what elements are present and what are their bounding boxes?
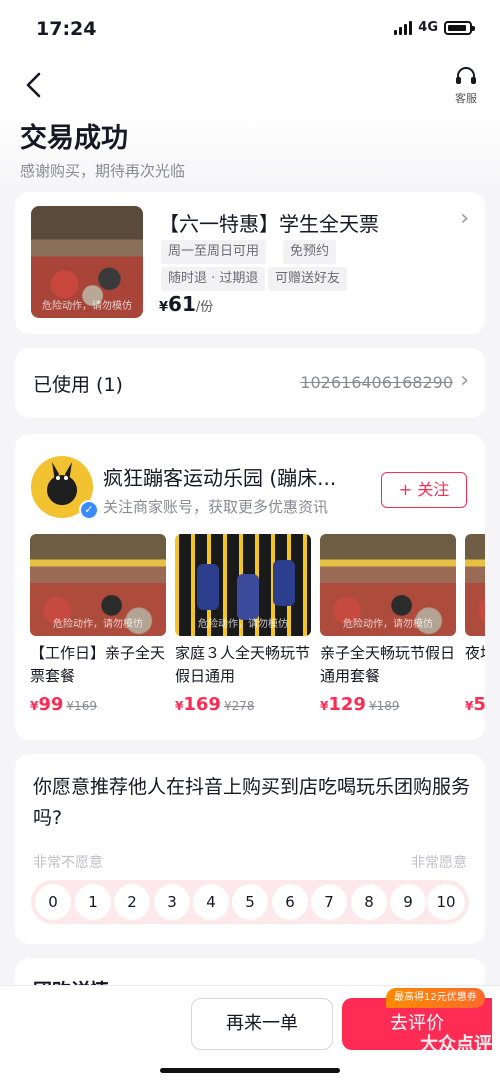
price-value: 169 bbox=[183, 694, 221, 715]
deal-item[interactable]: 危险动作，请勿模仿 家庭３人全天畅玩节假日通用 ¥169 ¥278 bbox=[175, 534, 311, 715]
verified-badge-icon: ✓ bbox=[79, 500, 99, 520]
customer-service-label: 客服 bbox=[455, 92, 477, 105]
original-price: ¥169 bbox=[66, 699, 97, 713]
nps-option-5[interactable]: 5 bbox=[232, 884, 268, 920]
nps-option-2[interactable]: 2 bbox=[114, 884, 150, 920]
deal-title: 亲子全天畅玩节假日通用套餐 bbox=[320, 644, 456, 685]
product-card[interactable]: 危险动作，请勿模仿 【六一特惠】学生全天票 › 周一至周日可用 免预约 随时退 … bbox=[15, 192, 485, 334]
image-watermark: 危险动作，请勿模仿 bbox=[343, 619, 433, 630]
deal-item[interactable]: 夜场玩乐 ¥5 bbox=[465, 534, 485, 715]
deal-item[interactable]: 危险动作，请勿模仿 亲子全天畅玩节假日通用套餐 ¥129 ¥189 bbox=[320, 534, 456, 715]
product-title: 【六一特惠】学生全天票 bbox=[159, 212, 379, 236]
scale-low-label: 非常不愿意 bbox=[33, 855, 103, 871]
product-price: ¥61/份 bbox=[159, 292, 213, 316]
merchant-name[interactable]: 疯狂蹦客运动乐园 (蹦床... bbox=[103, 462, 336, 491]
page-subtitle: 感谢购买，期待再次光临 bbox=[20, 162, 186, 180]
nps-option-0[interactable]: 0 bbox=[35, 884, 71, 920]
usage-label: 已使用 (1) bbox=[33, 374, 123, 396]
reorder-button[interactable]: 再来一单 bbox=[191, 998, 333, 1050]
deal-price: ¥5 bbox=[465, 694, 485, 715]
image-watermark: 危险动作，请勿模仿 bbox=[53, 619, 143, 630]
price-unit: /份 bbox=[195, 300, 214, 315]
chevron-right-icon: › bbox=[460, 368, 469, 393]
nps-scale: 0 1 2 3 4 5 6 7 8 9 10 bbox=[31, 880, 469, 924]
top-bar: 客服 bbox=[0, 60, 500, 110]
deal-image: 危险动作，请勿模仿 bbox=[30, 534, 166, 636]
merchant-subtitle: 关注商家账号，获取更多优惠资讯 bbox=[103, 498, 329, 516]
rabbit-logo-icon bbox=[52, 462, 72, 482]
deal-list: 危险动作，请勿模仿 【工作日】亲子全天票套餐 ¥99 ¥169 危险动作，请勿模仿… bbox=[30, 534, 485, 724]
customer-service-button[interactable]: 客服 bbox=[454, 66, 478, 106]
order-status-header: 交易成功 感谢购买，期待再次光临 bbox=[0, 110, 500, 190]
image-watermark: 危险动作，请勿模仿 bbox=[198, 619, 288, 630]
usage-status-row[interactable]: 已使用 (1) 102616406168290 › bbox=[15, 348, 485, 418]
nps-option-7[interactable]: 7 bbox=[311, 884, 347, 920]
status-indicators: 4G bbox=[394, 20, 475, 35]
status-time: 17:24 bbox=[36, 18, 97, 40]
deal-title: 【工作日】亲子全天票套餐 bbox=[30, 644, 166, 685]
scale-high-label: 非常愿意 bbox=[411, 855, 467, 871]
price-value: 99 bbox=[38, 694, 64, 715]
merchant-card: ✓ 疯狂蹦客运动乐园 (蹦床... 关注商家账号，获取更多优惠资讯 + 关注 危… bbox=[15, 434, 485, 740]
battery-icon bbox=[444, 20, 475, 35]
product-tag: 免预约 bbox=[283, 240, 337, 264]
original-price: ¥278 bbox=[223, 699, 255, 713]
product-tag: 随时退 · 过期退 bbox=[161, 267, 266, 291]
image-watermark: 危险动作，请勿模仿 bbox=[42, 301, 132, 312]
chevron-right-icon: › bbox=[460, 206, 469, 231]
product-tag: 可赠送好友 bbox=[268, 267, 348, 291]
follow-button[interactable]: + 关注 bbox=[381, 472, 467, 508]
nps-option-10[interactable]: 10 bbox=[427, 884, 465, 920]
deal-price: ¥169 ¥278 bbox=[175, 694, 311, 715]
status-bar: 17:24 4G bbox=[0, 0, 500, 60]
price-value: 61 bbox=[168, 292, 196, 316]
nps-option-9[interactable]: 9 bbox=[390, 884, 426, 920]
deal-image bbox=[465, 534, 485, 636]
voucher-code: 102616406168290 bbox=[300, 373, 453, 392]
currency-symbol: ¥ bbox=[159, 300, 169, 315]
nps-option-3[interactable]: 3 bbox=[154, 884, 190, 920]
coupon-badge: 最高得12元优惠券 bbox=[386, 988, 485, 1008]
price-value: 129 bbox=[328, 694, 366, 715]
deal-price: ¥129 ¥189 bbox=[320, 694, 456, 715]
deal-title: 家庭３人全天畅玩节假日通用 bbox=[175, 644, 311, 685]
network-label: 4G bbox=[418, 20, 438, 35]
deal-image: 危险动作，请勿模仿 bbox=[175, 534, 311, 636]
deal-image: 危险动作，请勿模仿 bbox=[320, 534, 456, 636]
signal-icon bbox=[394, 20, 413, 35]
price-value: 5 bbox=[473, 694, 485, 715]
dianping-watermark: 大众点评 bbox=[420, 1034, 492, 1055]
nps-option-6[interactable]: 6 bbox=[272, 884, 308, 920]
nps-option-4[interactable]: 4 bbox=[193, 884, 229, 920]
nps-option-8[interactable]: 8 bbox=[351, 884, 387, 920]
deal-item[interactable]: 危险动作，请勿模仿 【工作日】亲子全天票套餐 ¥99 ¥169 bbox=[30, 534, 166, 715]
deal-price: ¥99 ¥169 bbox=[30, 694, 166, 715]
deal-title: 夜场玩乐 bbox=[465, 644, 485, 662]
product-tag: 周一至周日可用 bbox=[161, 240, 267, 264]
nps-survey-card: 你愿意推荐他人在抖音上购买到店吃喝玩乐团购服务吗? 非常不愿意 非常愿意 0 1… bbox=[15, 754, 485, 944]
survey-question: 你愿意推荐他人在抖音上购买到店吃喝玩乐团购服务吗? bbox=[33, 776, 471, 829]
headset-icon bbox=[456, 67, 476, 84]
original-price: ¥189 bbox=[368, 699, 400, 713]
back-arrow-icon[interactable] bbox=[20, 70, 50, 100]
page-title: 交易成功 bbox=[20, 123, 128, 154]
product-image: 危险动作，请勿模仿 bbox=[31, 206, 143, 318]
nps-option-1[interactable]: 1 bbox=[75, 884, 111, 920]
home-indicator bbox=[160, 1068, 340, 1073]
